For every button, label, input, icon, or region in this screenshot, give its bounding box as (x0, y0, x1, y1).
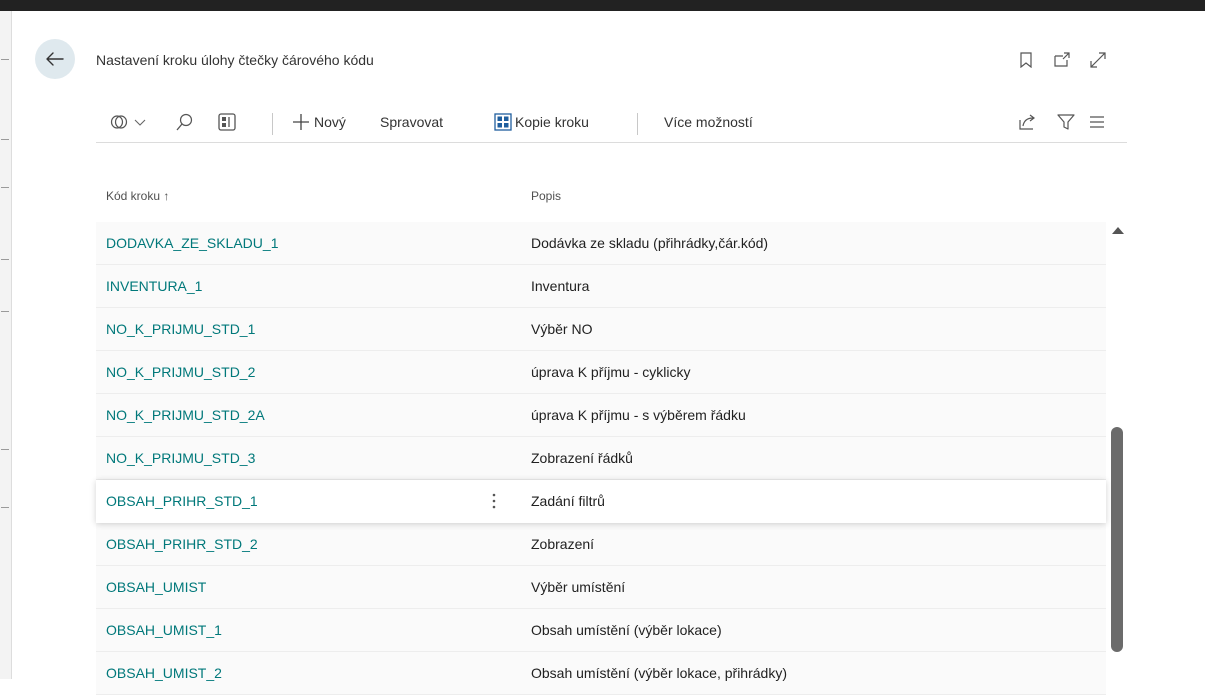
open-new-window-button[interactable] (1049, 50, 1075, 70)
search-button[interactable] (176, 104, 194, 140)
strip-mark (1, 449, 9, 450)
vertical-scrollbar-thumb[interactable] (1111, 427, 1123, 652)
row-description: Zadání filtrů (531, 493, 605, 509)
copy-step-icon (494, 113, 512, 131)
table-row[interactable]: OBSAH_PRIHR_STD_1 Zadání filtrů (96, 480, 1106, 523)
table-row[interactable]: NO_K_PRIJMU_STD_2A úprava K příjmu - s v… (96, 394, 1106, 437)
row-code-link[interactable]: INVENTURA_1 (106, 278, 202, 294)
scroll-up-icon[interactable] (1112, 227, 1124, 234)
row-code-link[interactable]: OBSAH_PRIHR_STD_2 (106, 536, 258, 552)
analyze-icon (110, 115, 128, 129)
column-header-code[interactable]: Kód kroku ↑ (106, 189, 169, 203)
row-code-link[interactable]: NO_K_PRIJMU_STD_2 (106, 364, 255, 380)
strip-mark (1, 59, 9, 60)
more-options-label: Více možností (664, 114, 753, 130)
copy-step-button[interactable]: Kopie kroku (494, 104, 589, 140)
expand-icon (1090, 52, 1106, 68)
row-code-link[interactable]: NO_K_PRIJMU_STD_1 (106, 321, 255, 337)
list-view-icon (1090, 116, 1104, 128)
page-title: Nastavení kroku úlohy čtečky čárového kó… (96, 52, 374, 68)
column-header-description-label: Popis (531, 189, 562, 203)
row-description: úprava K příjmu - s výběrem řádku (531, 407, 746, 423)
row-menu-button[interactable] (484, 489, 504, 513)
back-button[interactable] (35, 39, 75, 79)
row-menu-icon (492, 493, 496, 509)
strip-mark (1, 259, 9, 260)
layout-icon (218, 113, 236, 131)
share-icon (1019, 114, 1035, 130)
filter-icon (1057, 114, 1075, 130)
strip-mark (1, 139, 9, 140)
search-icon (176, 113, 193, 131)
row-code-link[interactable]: DODAVKA_ZE_SKLADU_1 (106, 235, 278, 251)
row-code-link[interactable]: NO_K_PRIJMU_STD_3 (106, 450, 255, 466)
row-description: Výběr umístění (531, 579, 626, 595)
strip-mark (1, 507, 9, 508)
layout-button[interactable] (218, 104, 236, 140)
table-row[interactable]: OBSAH_UMIST_1 Obsah umístění (výběr loka… (96, 609, 1106, 652)
row-code-link[interactable]: OBSAH_UMIST (106, 579, 206, 595)
more-options-button[interactable]: Více možností (664, 104, 753, 140)
row-code-link[interactable]: OBSAH_UMIST_1 (106, 622, 222, 638)
new-button[interactable]: Nový (292, 104, 346, 140)
expand-button[interactable] (1085, 50, 1111, 70)
row-description: Dodávka ze skladu (přihrádky,čár.kód) (531, 235, 769, 251)
manage-button-label: Spravovat (380, 114, 444, 130)
row-code-link[interactable]: OBSAH_PRIHR_STD_1 (106, 493, 258, 509)
table-row[interactable]: OBSAH_UMIST Výběr umístění (96, 566, 1106, 609)
table-row[interactable]: NO_K_PRIJMU_STD_3 Zobrazení řádků (96, 437, 1106, 480)
filter-button[interactable] (1057, 104, 1075, 140)
copy-step-button-label: Kopie kroku (515, 114, 589, 130)
table-row[interactable]: OBSAH_UMIST_2 Obsah umístění (výběr loka… (96, 652, 1106, 695)
new-button-label: Nový (314, 114, 346, 130)
strip-mark (1, 311, 9, 312)
column-header-description[interactable]: Popis (531, 189, 561, 203)
share-button[interactable] (1019, 104, 1037, 140)
list-rows: DODAVKA_ZE_SKLADU_1 Dodávka ze skladu (p… (96, 222, 1106, 695)
bookmark-button[interactable] (1013, 50, 1039, 70)
strip-mark (1, 187, 9, 188)
list-header: Kód kroku ↑ Popis (96, 186, 1106, 208)
table-row[interactable]: NO_K_PRIJMU_STD_1 Výběr NO (96, 308, 1106, 351)
manage-button[interactable]: Spravovat (380, 104, 443, 140)
row-description: Zobrazení (531, 536, 595, 552)
action-toolbar: Nový Spravovat Kopie kroku Více možností (96, 104, 1127, 143)
toolbar-separator (272, 113, 273, 135)
left-background-strip (0, 11, 12, 679)
open-in-new-window-icon (1054, 52, 1070, 67)
row-code-link[interactable]: NO_K_PRIJMU_STD_2A (106, 407, 265, 423)
table-row[interactable]: OBSAH_PRIHR_STD_2 Zobrazení (96, 523, 1106, 566)
row-description: Obsah umístění (výběr lokace) (531, 622, 722, 638)
row-description: úprava K příjmu - cyklicky (531, 364, 691, 380)
chevron-down-icon (134, 119, 146, 126)
table-row[interactable]: INVENTURA_1 Inventura (96, 265, 1106, 308)
back-arrow-icon (46, 52, 64, 66)
toolbar-separator (637, 113, 638, 135)
bookmark-icon (1020, 52, 1032, 68)
plus-icon (293, 114, 309, 130)
window-actions (1013, 50, 1111, 70)
row-description: Inventura (531, 278, 590, 294)
column-header-code-label: Kód kroku (106, 189, 161, 203)
analyze-menu-button[interactable] (110, 104, 146, 140)
sort-ascending-icon: ↑ (163, 189, 170, 203)
list-view-button[interactable] (1089, 104, 1105, 140)
row-description: Výběr NO (531, 321, 593, 337)
table-row[interactable]: NO_K_PRIJMU_STD_2 úprava K příjmu - cykl… (96, 351, 1106, 394)
table-row[interactable]: DODAVKA_ZE_SKLADU_1 Dodávka ze skladu (p… (96, 222, 1106, 265)
window-top-bar (0, 0, 1205, 11)
row-description: Zobrazení řádků (531, 450, 633, 466)
